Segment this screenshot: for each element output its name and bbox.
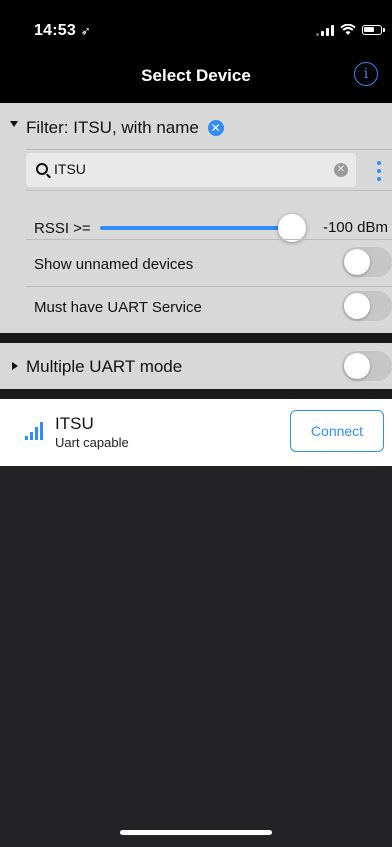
must-have-uart-label: Must have UART Service [34,299,202,316]
home-indicator [120,830,272,835]
signal-strength-icon [25,422,43,440]
divider [26,239,392,240]
filter-title: Filter: ITSU, with name ✕ [26,118,224,138]
rssi-value: -100 dBm [322,219,388,236]
device-subtitle: Uart capable [55,435,129,450]
info-icon[interactable]: i [354,62,378,86]
uart-mode-panel: Multiple UART mode [0,343,392,389]
search-input[interactable] [54,161,314,177]
status-icons [316,24,385,36]
rssi-label: RSSI >= [34,220,91,237]
search-icon [36,163,48,175]
status-time: 14:53 ➶ [34,22,91,40]
rssi-slider-thumb[interactable] [278,214,306,242]
uart-mode-label: Multiple UART mode [26,357,183,376]
show-unnamed-label: Show unnamed devices [34,256,194,273]
wifi-icon [340,24,356,35]
page-title: Select Device [141,66,251,85]
chevron-down-icon [10,121,18,127]
navigation-bar: Select Device i [0,48,392,103]
battery-icon [362,25,385,35]
rssi-slider-track[interactable] [100,226,298,230]
show-unnamed-toggle[interactable] [342,247,392,277]
status-time-text: 14:53 [34,22,76,39]
list-item[interactable]: ITSU Uart capable Connect [0,399,392,466]
section-separator [0,333,392,343]
uart-mode-toggle[interactable] [342,351,392,381]
must-have-uart-toggle[interactable] [342,291,392,321]
select-device-screen: 14:53 ➶ Select Device i Filter: ITSU, wi… [0,0,392,847]
divider [26,149,392,150]
filter-title-text: Filter: ITSU, with name [26,118,199,137]
filter-panel: Filter: ITSU, with name ✕ ✕ RSSI >= -100… [0,103,392,333]
chevron-right-icon[interactable] [12,362,18,370]
location-arrow-icon: ➶ [80,24,91,38]
section-separator [0,389,392,399]
search-box: ✕ [26,153,356,187]
more-vertical-icon[interactable] [376,161,382,181]
filter-header[interactable]: Filter: ITSU, with name ✕ [0,103,392,149]
status-bar: 14:53 ➶ [0,0,392,48]
device-name: ITSU [55,414,94,433]
cellular-signal-icon [316,24,334,36]
clear-filter-icon[interactable]: ✕ [207,120,224,136]
clear-search-icon[interactable]: ✕ [334,163,348,177]
divider [26,286,392,287]
divider [26,190,392,191]
connect-button[interactable]: Connect [290,410,384,452]
